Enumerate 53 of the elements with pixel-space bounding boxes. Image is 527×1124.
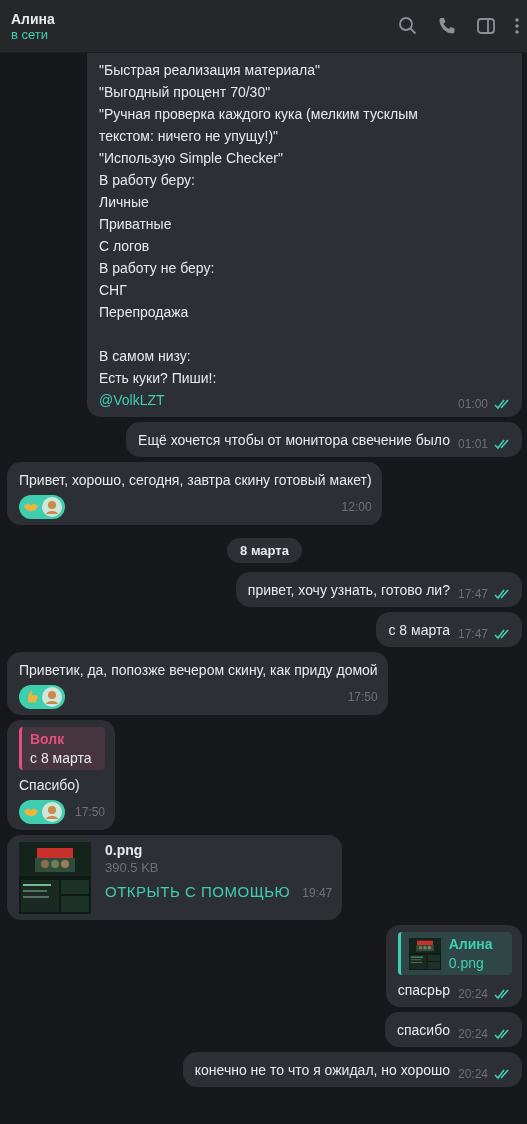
search-icon[interactable]	[398, 16, 418, 36]
message-text: "Выгодный процент 70/30"	[99, 83, 272, 102]
message-time: 20:24	[457, 1067, 488, 1081]
message-time: 17:47	[457, 627, 488, 641]
message-text: В самом низу:	[99, 347, 192, 366]
date-separator: 8 марта	[227, 538, 302, 563]
file-size: 390.5 KB	[105, 860, 160, 875]
quoted-message[interactable]: Волк с 8 марта	[19, 727, 106, 770]
message-text: "Ручная проверка каждого кука (мелким тусклым текстом: ничего не упущу!)"	[99, 105, 419, 146]
sidebar-icon[interactable]	[476, 16, 496, 36]
message-time: 01:01	[457, 437, 488, 451]
open-with-link[interactable]: ОТКРЫТЬ С ПОМОЩЬЮ	[105, 883, 291, 900]
username-link[interactable]: @VolkLZT	[99, 389, 450, 411]
message-text: конечно не то что я ожидал, но хорошо	[194, 1061, 450, 1080]
message-time: 17:50	[347, 690, 378, 704]
message-time: 01:00	[457, 397, 488, 411]
quoted-message[interactable]: Алина 0.png	[397, 932, 512, 975]
message-text: Перепродажа	[99, 303, 190, 322]
message-time: 20:24	[457, 1027, 488, 1041]
file-name: 0.png	[105, 842, 144, 858]
message-text: СНГ	[99, 281, 128, 300]
quote-text: 0.png	[448, 955, 485, 971]
quote-text: с 8 марта	[30, 750, 92, 766]
message-time: 20:24	[457, 987, 488, 1001]
message-text: "Использую Simple Checker"	[99, 149, 284, 168]
reaction-chip[interactable]	[19, 800, 65, 824]
message-time: 17:47	[457, 587, 488, 601]
reaction-chip[interactable]	[19, 495, 65, 519]
message-time: 19:47	[302, 886, 333, 900]
online-status: в сети	[11, 26, 50, 42]
message-text: Ещё хочется чтобы от монитора свечение было	[138, 431, 450, 450]
message-text: В работу не беру:	[99, 259, 216, 278]
message-text: Есть куки? Пиши!:	[99, 369, 218, 388]
message-text: спасибо	[396, 1021, 450, 1040]
message-text: В работу беру:	[99, 171, 196, 190]
message-text: Спасибо)	[19, 776, 80, 795]
message-text: "Быстрая реализация материала"	[99, 61, 321, 80]
phone-icon[interactable]	[437, 16, 457, 36]
message-text: Привет, хорошо, сегодня, завтра скину готовый макет)	[19, 471, 372, 490]
quote-author: Алина	[448, 936, 493, 952]
contact-name: Алина	[11, 10, 55, 27]
more-icon[interactable]	[515, 16, 519, 36]
quote-author: Волк	[30, 731, 66, 747]
message-text: С логов	[99, 237, 151, 256]
message-text: с 8 марта	[388, 621, 450, 640]
reaction-chip[interactable]	[19, 685, 65, 709]
message-time: 17:50	[75, 805, 106, 819]
message-text: Приветик, да, попозже вечером скину, как приду домой	[19, 661, 378, 680]
message-text: Личные	[99, 193, 150, 212]
message-time: 12:00	[341, 500, 372, 514]
message-text: спасрьр	[397, 981, 450, 1000]
message-text: привет, хочу узнать, готово ли?	[247, 581, 450, 600]
message-text: Приватные	[99, 215, 173, 234]
